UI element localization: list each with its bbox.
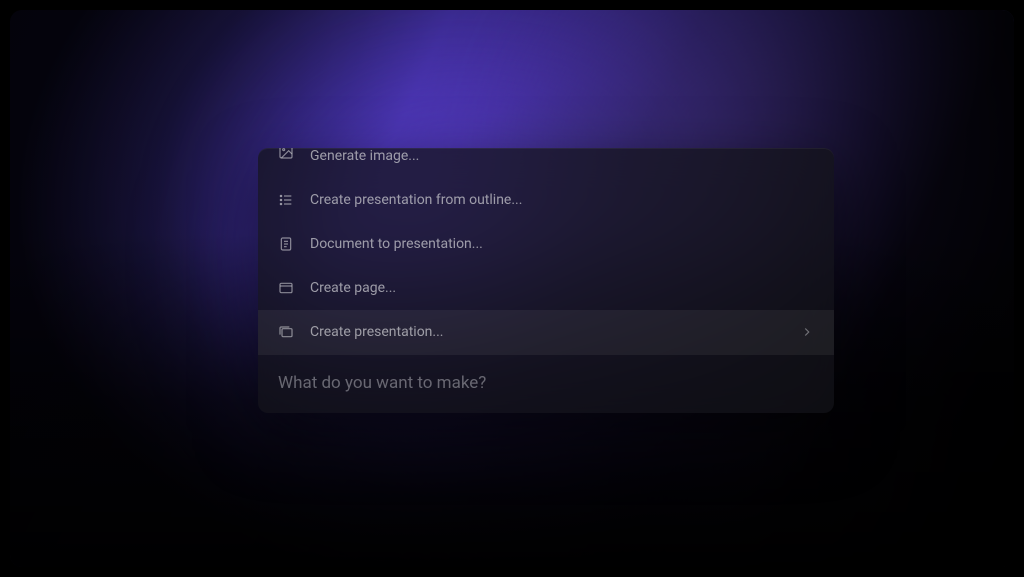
prompt-input[interactable] xyxy=(278,373,814,393)
chevron-right-icon xyxy=(800,325,814,339)
app-viewport: Generate image... Create presentation fr… xyxy=(10,10,1014,567)
prompt-input-row xyxy=(258,354,834,413)
command-palette: Generate image... Create presentation fr… xyxy=(258,148,834,413)
menu-item-document-to-presentation[interactable]: Document to presentation... xyxy=(258,222,834,266)
page-icon xyxy=(278,280,294,296)
image-icon xyxy=(278,148,294,160)
menu-item-label: Document to presentation... xyxy=(310,236,814,252)
document-icon xyxy=(278,236,294,252)
menu-item-label: Create page... xyxy=(310,280,814,296)
menu-item-create-presentation[interactable]: Create presentation... xyxy=(258,310,834,354)
menu-item-label: Create presentation... xyxy=(310,324,784,340)
menu-item-label: Create presentation from outline... xyxy=(310,192,814,208)
list-icon xyxy=(278,192,294,208)
menu-item-generate-image[interactable]: Generate image... xyxy=(258,148,834,178)
command-menu-list: Generate image... Create presentation fr… xyxy=(258,148,834,354)
presentation-icon xyxy=(278,324,294,340)
menu-item-label: Generate image... xyxy=(310,148,814,164)
menu-item-create-presentation-from-outline[interactable]: Create presentation from outline... xyxy=(258,178,834,222)
menu-item-create-page[interactable]: Create page... xyxy=(258,266,834,310)
